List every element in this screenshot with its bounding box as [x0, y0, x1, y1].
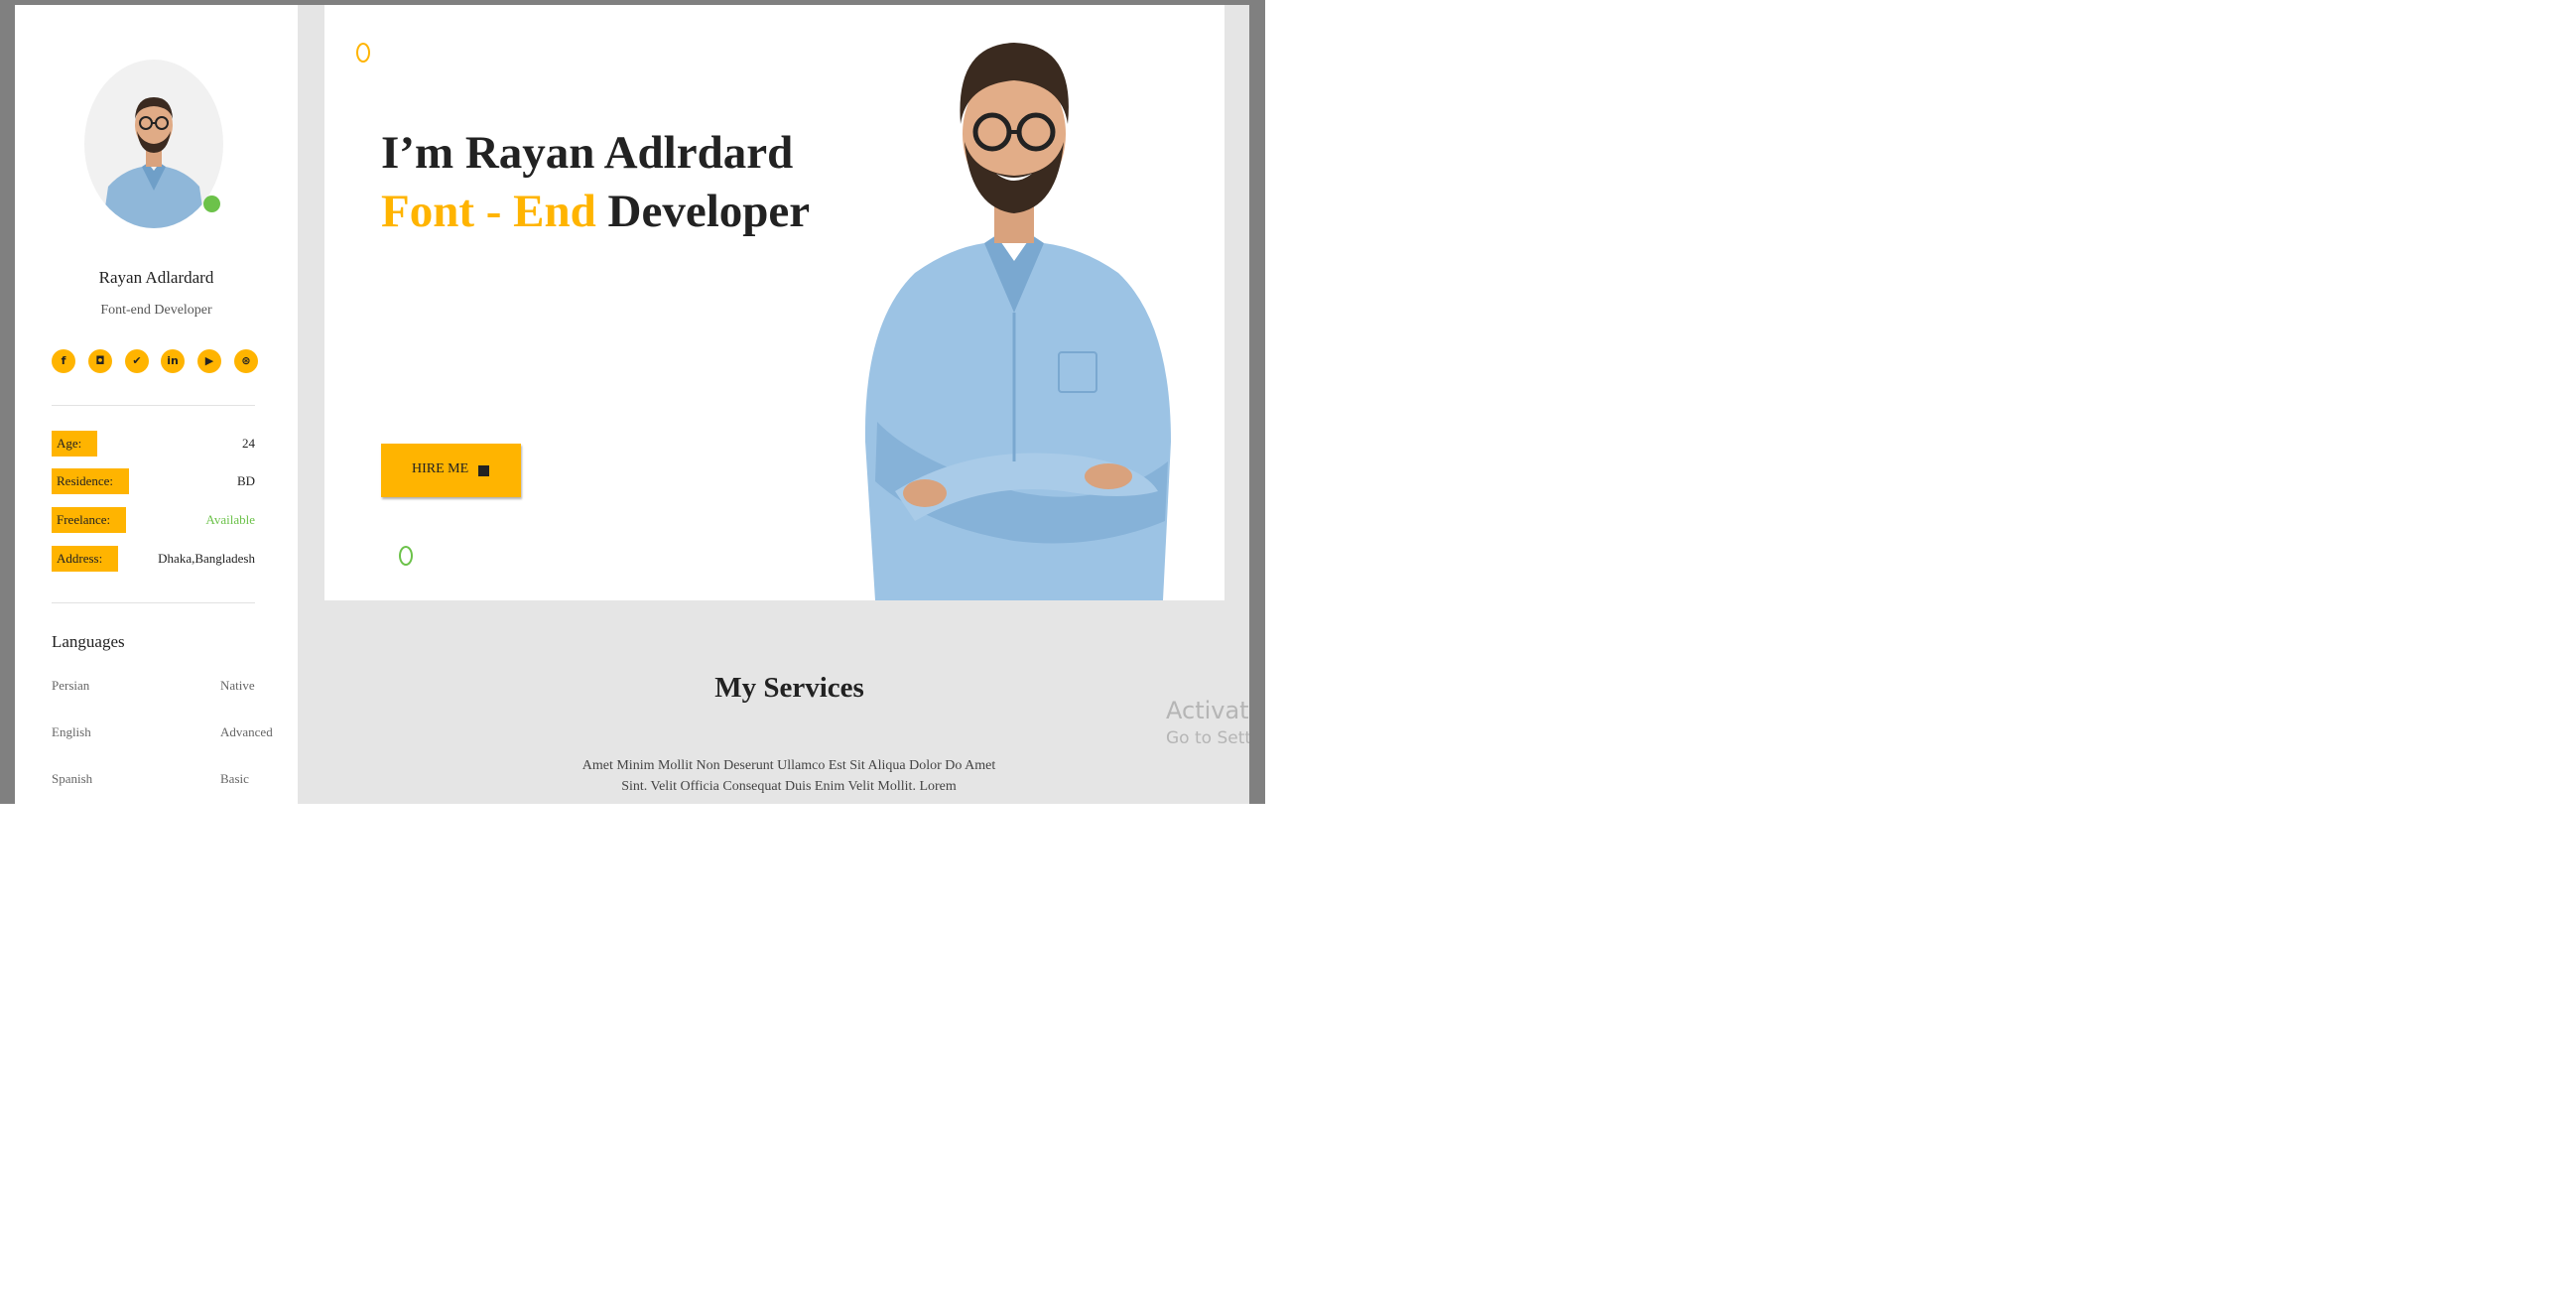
language-row: English Advanced [52, 724, 280, 744]
avatar-photo [84, 60, 223, 228]
profile-name: Rayan Adlardard [98, 268, 214, 287]
language-row: Spanish Basic [52, 771, 280, 791]
language-name: Spanish [52, 771, 93, 786]
language-row: Persian Native [52, 678, 280, 698]
info-row-residence: Residence: BD [52, 468, 255, 494]
info-label: Age: [52, 431, 98, 457]
avatar [84, 60, 223, 228]
instagram-icon[interactable]: ◘ [88, 349, 112, 373]
hero-title-rest: Developer [595, 186, 811, 237]
info-row-age: Age: 24 [52, 431, 255, 457]
divider [52, 602, 255, 603]
services-description: Amet Minim Mollit Non Deserunt Ullamco E… [581, 758, 996, 794]
divider [52, 405, 255, 406]
info-row-freelance: Freelance: Available [52, 507, 255, 533]
hire-me-button[interactable]: HIRE ME [381, 444, 521, 497]
hero-title: I’m Rayan Adlrdard Font - End Developer [381, 124, 810, 241]
settings-text: Go to Settin [1166, 728, 1249, 748]
hero-portrait [864, 43, 1171, 600]
facebook-icon[interactable]: f [52, 349, 75, 373]
info-value: BD [236, 473, 255, 488]
info-label: Address: [52, 546, 119, 572]
twitter-icon[interactable]: ✔ [125, 349, 149, 373]
languages-title: Languages [52, 632, 125, 651]
page-viewport: Rayan Adlardard Font-end Developer f ◘ ✔… [15, 5, 1249, 804]
info-value: Dhaka,Bangladesh [158, 551, 255, 566]
info-value: Available [205, 512, 255, 527]
info-label: Freelance: [52, 507, 127, 533]
language-level: Native [220, 678, 255, 693]
hire-me-label: HIRE ME [412, 461, 469, 476]
hero-section: I’m Rayan Adlrdard Font - End Developer … [324, 5, 1224, 600]
social-links: f ◘ ✔ in ▶ ⊛ [52, 349, 265, 373]
browser-frame: Rayan Adlardard Font-end Developer f ◘ ✔… [0, 0, 1265, 804]
dribbble-icon[interactable]: ⊛ [234, 349, 258, 373]
language-level: Advanced [220, 724, 273, 739]
linkedin-icon[interactable]: in [161, 349, 185, 373]
language-level: Basic [220, 771, 249, 786]
info-label: Residence: [52, 468, 130, 494]
decorative-ring [399, 546, 413, 566]
language-name: English [52, 724, 91, 739]
services-title: My Services [714, 672, 864, 704]
profile-sidebar: Rayan Adlardard Font-end Developer f ◘ ✔… [15, 5, 298, 804]
decorative-ring [356, 43, 370, 63]
online-status-dot [203, 196, 220, 212]
activate-text: Activate [1166, 697, 1249, 724]
profile-role: Font-end Developer [100, 303, 212, 318]
info-value: 24 [242, 436, 255, 451]
youtube-icon[interactable]: ▶ [197, 349, 221, 373]
info-row-address: Address: Dhaka,Bangladesh [52, 546, 255, 572]
language-name: Persian [52, 678, 90, 693]
download-icon [478, 465, 489, 476]
hero-title-line1: I’m Rayan Adlrdard [381, 127, 794, 179]
activate-windows-watermark: Activate Go to Settin [1166, 697, 1249, 748]
hero-title-accent: Font - End [381, 186, 596, 237]
